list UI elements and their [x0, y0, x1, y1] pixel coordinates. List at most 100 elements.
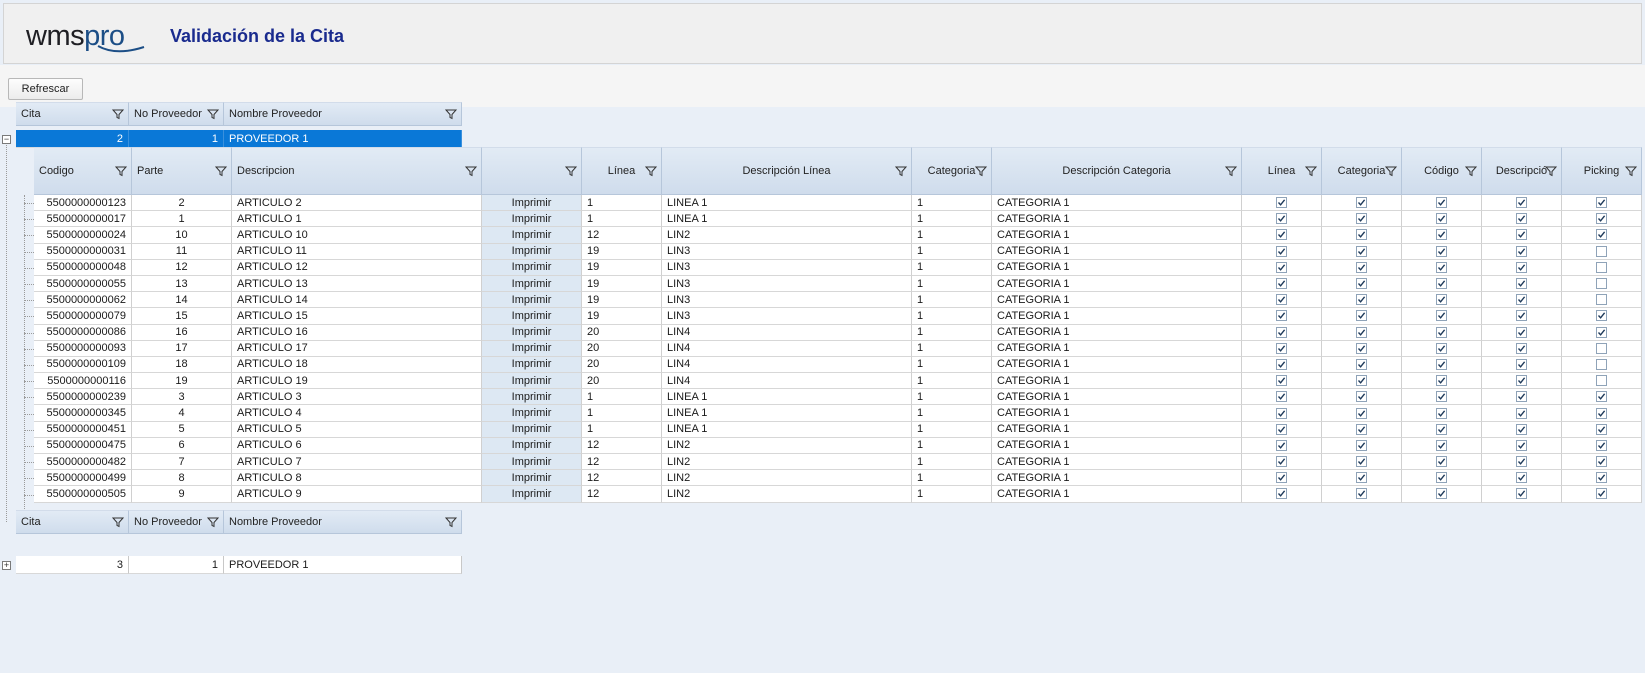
imprimir-button[interactable]: Imprimir: [482, 308, 582, 325]
detail-row[interactable]: 5500000000499 8 ARTICULO 8 Imprimir 12 LIN2 1 C…: [34, 470, 1642, 487]
linea-cell[interactable]: 1: [582, 421, 662, 438]
descripcion-categoria-cell[interactable]: CATEGORIA 1: [992, 421, 1242, 438]
descripcion-cell[interactable]: ARTICULO 14: [232, 292, 482, 309]
checkbox[interactable]: [1276, 245, 1287, 257]
filter-icon[interactable]: [1625, 165, 1637, 177]
parte-cell[interactable]: 17: [132, 340, 232, 357]
parte-cell[interactable]: 11: [132, 243, 232, 260]
codigo-cell[interactable]: 5500000000116: [34, 373, 132, 390]
filter-icon[interactable]: [207, 516, 219, 528]
checkbox[interactable]: [1436, 261, 1447, 273]
filter-icon[interactable]: [445, 108, 457, 120]
checkbox[interactable]: [1436, 358, 1447, 370]
checkbox[interactable]: [1356, 391, 1367, 403]
imprimir-button[interactable]: Imprimir: [482, 389, 582, 406]
checkbox[interactable]: [1436, 278, 1447, 290]
descripcion-linea-cell[interactable]: LIN2: [662, 437, 912, 454]
checkbox[interactable]: [1436, 326, 1447, 338]
categoria-cell[interactable]: 1: [912, 340, 992, 357]
checkbox[interactable]: [1276, 326, 1287, 338]
checkbox[interactable]: [1356, 229, 1367, 241]
descripcion-cell[interactable]: ARTICULO 12: [232, 259, 482, 276]
checkbox[interactable]: [1436, 375, 1447, 387]
checkbox[interactable]: [1516, 229, 1527, 241]
checkbox[interactable]: [1436, 439, 1447, 451]
master-row[interactable]: 2 1 PROVEEDOR 1: [16, 130, 462, 148]
checkbox[interactable]: [1436, 423, 1447, 435]
checkbox[interactable]: [1276, 358, 1287, 370]
checkbox[interactable]: [1516, 310, 1527, 322]
checkbox[interactable]: [1436, 391, 1447, 403]
linea-cell[interactable]: 12: [582, 454, 662, 471]
descripcion-cell[interactable]: ARTICULO 19: [232, 373, 482, 390]
descripcion-categoria-cell[interactable]: CATEGORIA 1: [992, 259, 1242, 276]
checkbox[interactable]: [1276, 488, 1287, 500]
checkbox[interactable]: [1356, 439, 1367, 451]
descripcion-linea-cell[interactable]: LIN3: [662, 243, 912, 260]
checkbox[interactable]: [1356, 310, 1367, 322]
checkbox[interactable]: [1276, 197, 1287, 209]
parte-cell[interactable]: 2: [132, 195, 232, 212]
descripcion-categoria-cell[interactable]: CATEGORIA 1: [992, 243, 1242, 260]
categoria-cell[interactable]: 1: [912, 211, 992, 228]
checkbox[interactable]: [1276, 310, 1287, 322]
detail-row[interactable]: 5500000000451 5 ARTICULO 5 Imprimir 1 LINEA 1…: [34, 421, 1642, 438]
checkbox[interactable]: [1516, 391, 1527, 403]
parte-cell[interactable]: 4: [132, 405, 232, 422]
codigo-cell[interactable]: 5500000000048: [34, 259, 132, 276]
parte-cell[interactable]: 1: [132, 211, 232, 228]
categoria-cell[interactable]: 1: [912, 324, 992, 341]
linea-cell[interactable]: 20: [582, 356, 662, 374]
descripcion-linea-cell[interactable]: LIN4: [662, 340, 912, 357]
checkbox[interactable]: [1276, 261, 1287, 273]
descripcion-linea-cell[interactable]: LIN4: [662, 324, 912, 341]
linea-cell[interactable]: 1: [582, 195, 662, 212]
checkbox[interactable]: [1356, 213, 1367, 225]
imprimir-button[interactable]: Imprimir: [482, 470, 582, 487]
linea-cell[interactable]: 19: [582, 243, 662, 260]
checkbox[interactable]: [1596, 261, 1607, 273]
detail-col-parte[interactable]: Parte: [132, 147, 232, 195]
codigo-cell[interactable]: 5500000000031: [34, 243, 132, 260]
detail-row[interactable]: 5500000000055 13 ARTICULO 13 Imprimir 19 LIN3…: [34, 275, 1642, 293]
checkbox[interactable]: [1356, 358, 1367, 370]
imprimir-button[interactable]: Imprimir: [482, 373, 582, 390]
codigo-cell[interactable]: 5500000000239: [34, 389, 132, 406]
linea-cell[interactable]: 20: [582, 373, 662, 390]
checkbox[interactable]: [1596, 488, 1607, 500]
checkbox[interactable]: [1596, 278, 1607, 290]
checkbox[interactable]: [1516, 245, 1527, 257]
filter-icon[interactable]: [975, 165, 987, 177]
detail-col-chk-descripcion[interactable]: Descripció: [1482, 147, 1562, 195]
codigo-cell[interactable]: 5500000000055: [34, 275, 132, 293]
descripcion-cell[interactable]: ARTICULO 1: [232, 211, 482, 228]
descripcion-linea-cell[interactable]: LIN2: [662, 227, 912, 244]
linea-cell[interactable]: 1: [582, 405, 662, 422]
descripcion-categoria-cell[interactable]: CATEGORIA 1: [992, 292, 1242, 309]
descripcion-cell[interactable]: ARTICULO 3: [232, 389, 482, 406]
codigo-cell[interactable]: 5500000000079: [34, 308, 132, 325]
cita-cell[interactable]: 2: [16, 130, 129, 148]
descripcion-categoria-cell[interactable]: CATEGORIA 1: [992, 308, 1242, 325]
imprimir-button[interactable]: Imprimir: [482, 243, 582, 260]
checkbox[interactable]: [1516, 197, 1527, 209]
refresh-button[interactable]: Refrescar: [8, 78, 83, 100]
filter-icon[interactable]: [115, 165, 127, 177]
detail-row[interactable]: 5500000000093 17 ARTICULO 17 Imprimir 20 LIN4…: [34, 340, 1642, 357]
descripcion-cell[interactable]: ARTICULO 16: [232, 324, 482, 341]
descripcion-categoria-cell[interactable]: CATEGORIA 1: [992, 340, 1242, 357]
descripcion-linea-cell[interactable]: LINEA 1: [662, 195, 912, 212]
codigo-cell[interactable]: 5500000000451: [34, 421, 132, 438]
linea-cell[interactable]: 1: [582, 389, 662, 406]
checkbox[interactable]: [1276, 472, 1287, 484]
categoria-cell[interactable]: 1: [912, 275, 992, 293]
checkbox[interactable]: [1436, 294, 1447, 306]
codigo-cell[interactable]: 5500000000086: [34, 324, 132, 341]
checkbox[interactable]: [1596, 423, 1607, 435]
filter-icon[interactable]: [645, 165, 657, 177]
checkbox[interactable]: [1516, 423, 1527, 435]
descripcion-cell[interactable]: ARTICULO 15: [232, 308, 482, 325]
checkbox[interactable]: [1356, 294, 1367, 306]
checkbox[interactable]: [1436, 213, 1447, 225]
descripcion-cell[interactable]: ARTICULO 10: [232, 227, 482, 244]
